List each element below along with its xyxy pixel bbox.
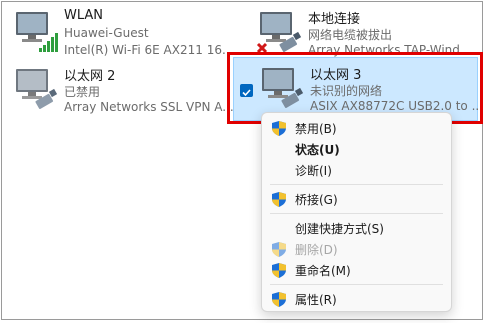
adapter-name: WLAN	[64, 8, 104, 23]
adapter-status: Huawei-Guest	[64, 26, 149, 40]
adapter-ethernet-2[interactable]: 以太网 2 已禁用 Array Networks SSL VPN A...	[12, 65, 234, 119]
menu-item-label: 桥接(G)	[295, 193, 338, 207]
monitor-icon	[16, 12, 58, 52]
monitor-icon	[262, 68, 304, 108]
adapter-status: 已禁用	[64, 85, 101, 99]
uac-shield-icon	[272, 292, 286, 307]
adapter-name: 本地连接	[308, 12, 361, 27]
menu-item-label: 重命名(M)	[295, 264, 351, 278]
adapter-local-connection[interactable]: 本地连接 网络电缆被拔出 Array Networks TAP-Wind...	[256, 8, 486, 62]
checkmark-icon	[242, 89, 251, 97]
menu-separator	[270, 213, 443, 214]
context-menu: 禁用(B) 状态(U) 诊断(I) 桥接(G) 创建快捷方式(S) 删除(D) …	[261, 112, 452, 312]
menu-separator	[270, 184, 443, 185]
wifi-signal-icon	[39, 33, 58, 52]
uac-shield-icon	[272, 192, 286, 207]
monitor-icon	[256, 12, 302, 54]
menu-item-rename[interactable]: 重命名(M)	[262, 260, 451, 280]
menu-item-label: 禁用(B)	[295, 122, 337, 136]
menu-item-properties[interactable]: 属性(R)	[262, 289, 451, 309]
menu-item-create-shortcut[interactable]: 创建快捷方式(S)	[262, 218, 451, 238]
adapter-device: ASIX AX88772C USB2.0 to ...	[310, 99, 484, 113]
adapter-name: 以太网 2	[64, 69, 116, 84]
menu-item-bridge[interactable]: 桥接(G)	[262, 189, 451, 209]
menu-item-label: 诊断(I)	[295, 164, 332, 178]
menu-item-status[interactable]: 状态(U)	[262, 139, 451, 159]
menu-item-label: 属性(R)	[295, 293, 337, 307]
menu-item-diagnose[interactable]: 诊断(I)	[262, 160, 451, 180]
adapter-device: Array Networks SSL VPN A...	[64, 100, 234, 114]
adapter-device: Intel(R) Wi-Fi 6E AX211 16...	[64, 43, 234, 57]
menu-item-label: 删除(D)	[295, 243, 338, 257]
menu-separator	[270, 284, 443, 285]
adapter-device: Array Networks TAP-Wind...	[308, 43, 472, 57]
adapter-status: 未识别的网络	[310, 84, 383, 98]
adapter-status: 网络电缆被拔出	[308, 28, 393, 42]
selection-checkbox[interactable]	[240, 84, 253, 97]
monitor-icon	[16, 69, 58, 109]
menu-item-disable[interactable]: 禁用(B)	[262, 118, 451, 138]
uac-shield-icon	[272, 121, 286, 136]
red-x-icon	[256, 42, 268, 54]
menu-item-label: 状态(U)	[295, 143, 340, 157]
uac-shield-icon	[272, 263, 286, 278]
menu-item-label: 创建快捷方式(S)	[295, 222, 384, 236]
adapter-wlan[interactable]: WLAN Huawei-Guest Intel(R) Wi-Fi 6E AX21…	[12, 8, 233, 62]
adapter-name: 以太网 3	[310, 68, 362, 83]
uac-shield-icon	[272, 242, 286, 257]
menu-item-delete[interactable]: 删除(D)	[262, 239, 451, 259]
